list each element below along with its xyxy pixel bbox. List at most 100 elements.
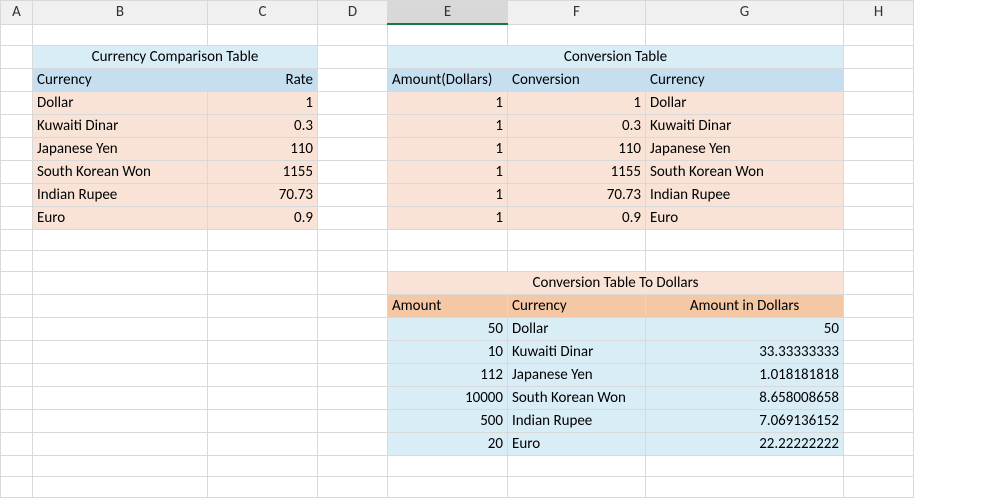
cell[interactable]: [318, 91, 388, 114]
cell[interactable]: [844, 24, 914, 45]
cell[interactable]: [1, 206, 33, 229]
table3-cell[interactable]: 112: [388, 363, 508, 386]
col-header-g[interactable]: G: [646, 1, 844, 25]
cell[interactable]: [33, 24, 208, 45]
table1-cell[interactable]: 70.73: [208, 183, 318, 206]
table1-cell[interactable]: 1: [208, 91, 318, 114]
cell[interactable]: [33, 409, 208, 432]
table3-cell[interactable]: Kuwaiti Dinar: [508, 340, 646, 363]
cell[interactable]: [844, 317, 914, 340]
cell[interactable]: [844, 409, 914, 432]
cell[interactable]: [646, 24, 844, 45]
table1-header-currency[interactable]: Currency: [33, 68, 208, 91]
cell[interactable]: [844, 229, 914, 250]
cell[interactable]: [318, 317, 388, 340]
table1-cell[interactable]: Euro: [33, 206, 208, 229]
cell[interactable]: [1, 455, 33, 476]
table3-cell[interactable]: 33.33333333: [646, 340, 844, 363]
table2-cell[interactable]: Kuwaiti Dinar: [646, 114, 844, 137]
cell[interactable]: [1, 476, 33, 497]
cell[interactable]: [33, 250, 208, 271]
cell[interactable]: [646, 250, 844, 271]
cell[interactable]: [844, 114, 914, 137]
cell[interactable]: [33, 363, 208, 386]
cell[interactable]: [1, 160, 33, 183]
cell[interactable]: [318, 137, 388, 160]
table2-cell[interactable]: 110: [508, 137, 646, 160]
cell[interactable]: [388, 229, 508, 250]
table2-cell[interactable]: Dollar: [646, 91, 844, 114]
cell[interactable]: [844, 271, 914, 294]
cell[interactable]: [1, 363, 33, 386]
cell[interactable]: [208, 317, 318, 340]
col-header-b[interactable]: B: [33, 1, 208, 25]
cell[interactable]: [844, 340, 914, 363]
cell[interactable]: [318, 206, 388, 229]
cell[interactable]: [318, 68, 388, 91]
cell[interactable]: [33, 476, 208, 497]
table2-cell[interactable]: 70.73: [508, 183, 646, 206]
cell[interactable]: [318, 183, 388, 206]
table3-cell[interactable]: 1.018181818: [646, 363, 844, 386]
table1-cell[interactable]: 1155: [208, 160, 318, 183]
cell[interactable]: [508, 229, 646, 250]
table3-cell[interactable]: South Korean Won: [508, 386, 646, 409]
cell[interactable]: [844, 160, 914, 183]
cell[interactable]: [844, 476, 914, 497]
table3-header-amount[interactable]: Amount: [388, 294, 508, 317]
cell[interactable]: [33, 294, 208, 317]
table1-title[interactable]: Currency Comparison Table: [33, 45, 318, 68]
cell[interactable]: [1, 340, 33, 363]
cell[interactable]: [844, 432, 914, 455]
table2-cell[interactable]: 1: [388, 137, 508, 160]
table2-cell[interactable]: 1155: [508, 160, 646, 183]
table3-cell[interactable]: 10000: [388, 386, 508, 409]
cell[interactable]: [33, 317, 208, 340]
cell[interactable]: [844, 183, 914, 206]
table3-cell[interactable]: 500: [388, 409, 508, 432]
cell[interactable]: [318, 386, 388, 409]
cell[interactable]: [1, 271, 33, 294]
cell[interactable]: [844, 206, 914, 229]
cell[interactable]: [208, 271, 318, 294]
cell[interactable]: [208, 24, 318, 45]
cell[interactable]: [1, 229, 33, 250]
table2-cell[interactable]: 1: [388, 91, 508, 114]
cell[interactable]: [318, 45, 388, 68]
cell[interactable]: [646, 476, 844, 497]
cell[interactable]: [508, 24, 646, 45]
table2-cell[interactable]: Japanese Yen: [646, 137, 844, 160]
cell[interactable]: [1, 114, 33, 137]
table2-title[interactable]: Conversion Table: [388, 45, 844, 68]
spreadsheet-grid[interactable]: A B C D E F G H Currency Comparison Tabl…: [0, 0, 914, 498]
cell[interactable]: [33, 271, 208, 294]
cell[interactable]: [844, 137, 914, 160]
table3-cell[interactable]: 10: [388, 340, 508, 363]
cell[interactable]: [208, 409, 318, 432]
table3-cell[interactable]: 50: [388, 317, 508, 340]
table3-cell[interactable]: 22.22222222: [646, 432, 844, 455]
cell[interactable]: [318, 271, 388, 294]
cell[interactable]: [208, 250, 318, 271]
table1-cell[interactable]: 110: [208, 137, 318, 160]
cell[interactable]: [318, 250, 388, 271]
cell[interactable]: [208, 229, 318, 250]
table3-cell[interactable]: Indian Rupee: [508, 409, 646, 432]
cell[interactable]: [508, 455, 646, 476]
table1-cell[interactable]: Dollar: [33, 91, 208, 114]
cell[interactable]: [844, 386, 914, 409]
table3-cell[interactable]: Dollar: [508, 317, 646, 340]
cell[interactable]: [318, 476, 388, 497]
cell[interactable]: [33, 455, 208, 476]
cell[interactable]: [318, 114, 388, 137]
table1-cell[interactable]: 0.9: [208, 206, 318, 229]
cell[interactable]: [844, 91, 914, 114]
table3-header-dollars[interactable]: Amount in Dollars: [646, 294, 844, 317]
cell[interactable]: [208, 455, 318, 476]
cell[interactable]: [208, 432, 318, 455]
col-header-e[interactable]: E: [388, 1, 508, 25]
cell[interactable]: [1, 183, 33, 206]
table2-cell[interactable]: 1: [388, 160, 508, 183]
table3-cell[interactable]: 8.658008658: [646, 386, 844, 409]
table3-header-currency[interactable]: Currency: [508, 294, 646, 317]
